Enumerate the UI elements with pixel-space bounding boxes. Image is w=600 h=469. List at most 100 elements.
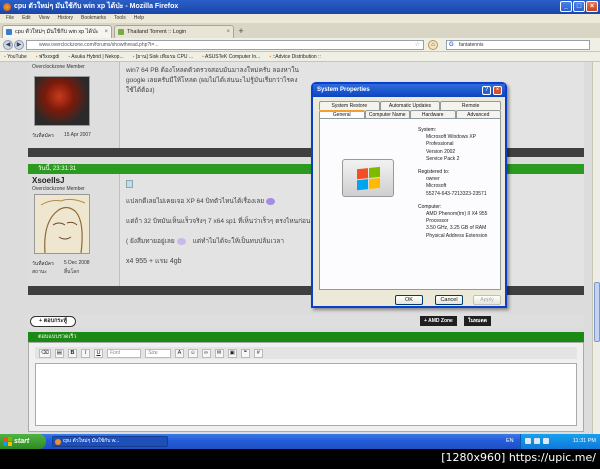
help-button[interactable]: ? — [482, 86, 491, 95]
email-icon[interactable]: ✉ — [214, 348, 224, 358]
dialog-close-button[interactable]: × — [493, 86, 502, 95]
tab-remote[interactable]: Remote — [440, 101, 502, 110]
post-line-3-text: ( ยังสีมทายอยู่เลย — [126, 238, 175, 245]
bookmark-star-icon[interactable]: ☆ — [415, 41, 420, 49]
bookmarks-toolbar: YouTube ฟรีxxxgdi Asuka Hybrid | Nekop..… — [0, 52, 600, 62]
url-text: www.overclockzone.com/forums/showthread.… — [39, 42, 159, 48]
quote-icon[interactable]: ❝ — [240, 348, 250, 358]
tab-system-restore[interactable]: System Restore — [319, 101, 380, 110]
post-icon — [126, 180, 133, 188]
tab-label: Thailand Torrent :: Login — [127, 29, 187, 35]
menu-bookmarks[interactable]: Bookmarks — [81, 14, 106, 23]
text-color-icon[interactable]: A — [174, 348, 184, 358]
menu-file[interactable]: File — [6, 14, 14, 23]
paste-icon[interactable]: ▤ — [54, 348, 64, 358]
page-scrollbar[interactable] — [592, 62, 600, 434]
code-icon[interactable]: # — [253, 348, 263, 358]
italic-button[interactable]: I — [80, 348, 90, 358]
bookmark-item[interactable]: ::Advice Distribution :: — [269, 52, 320, 61]
taskbar: start cpu ตัวใหม่ๆ มันใช้กับ w... EN 11:… — [0, 434, 600, 449]
tab-close-icon[interactable]: × — [104, 26, 108, 38]
system-line: Service Pack 2 — [426, 155, 460, 162]
search-input[interactable]: G fantatennis — [446, 40, 590, 50]
cancel-button[interactable]: Cancel — [435, 295, 463, 305]
username[interactable]: XsoelIsJ — [32, 176, 64, 185]
member-title: Overclockzone Member — [32, 64, 85, 70]
underline-button[interactable]: U — [93, 348, 103, 358]
reply-button[interactable]: + ตอบกระทู้ — [30, 316, 76, 327]
close-button[interactable]: × — [586, 1, 598, 12]
registered-label: Registered to: — [418, 169, 450, 176]
menu-help[interactable]: Help — [134, 14, 144, 23]
search-value: fantatennis — [459, 42, 484, 48]
smiley-icon — [265, 197, 275, 205]
quick-reply-header: ตอบแบบรวดเร็ว — [28, 332, 584, 342]
amd-zone-button[interactable]: + AMD Zone — [420, 316, 457, 326]
watermark-text: [1280x960] https://upic.me/ — [441, 451, 596, 464]
joined-label: วันที่สมัคร — [32, 261, 54, 267]
bookmark-item[interactable]: Asuka Hybrid | Nekop... — [68, 52, 123, 61]
size-select[interactable]: Size — [144, 348, 171, 358]
member-title: Overclockzone Member — [32, 186, 85, 192]
page-favicon-icon — [118, 29, 124, 35]
bookmark-item[interactable]: ASUSTeK Computer In... — [202, 52, 260, 61]
new-tab-button[interactable]: + — [236, 26, 246, 37]
taskbar-item-firefox[interactable]: cpu ตัวใหม่ๆ มันใช้กับ w... — [52, 436, 168, 447]
post-text: win7 64 PB ต้องโหลดตัวตรวจสอบมันมาลงใหม่… — [126, 67, 299, 94]
window-titlebar: cpu ตัวใหม่ๆ มันใช้กับ win xp ได้ป่ะ - M… — [0, 0, 600, 14]
menu-view[interactable]: View — [39, 14, 50, 23]
back-arrow-icon[interactable]: ◀ — [3, 40, 13, 50]
tab-automatic-updates[interactable]: Automatic Updates — [379, 101, 441, 110]
tray-icon[interactable] — [525, 438, 531, 444]
post-author-panel: XsoelIsJ Overclockzone Member วันที่สมัค… — [28, 174, 120, 286]
apply-button[interactable]: Apply — [473, 295, 501, 305]
windows-xp-logo-icon — [342, 159, 394, 201]
bookmark-item[interactable]: [ยาน] Sisk เทียเรม CPU ... — [133, 52, 193, 61]
forum-page: Overclockzone Member วันที่สมัคร 15 Apr … — [0, 62, 600, 434]
registered-line: Microsoft — [426, 183, 447, 190]
tray-icon[interactable] — [534, 438, 540, 444]
url-bar[interactable]: www.overclockzone.com/forums/showthread.… — [26, 40, 424, 50]
tab-cpu-thread[interactable]: cpu ตัวใหม่ๆ มันใช้กับ win xp ได้ป่ะ × — [2, 25, 112, 38]
ok-button[interactable]: OK — [395, 295, 423, 305]
system-line: Professional — [426, 141, 454, 148]
scrollbar-thumb[interactable] — [594, 282, 600, 342]
registered-line: 55274-643-7213323-23571 — [426, 190, 487, 197]
font-select[interactable]: Font — [106, 348, 141, 358]
post-line-4: x4 955 + แรม 4gb — [126, 258, 182, 265]
post-line-1-text: แปลกดีเลยไม่เคยเจอ XP 64 บิทตัวไหนได้เรื… — [126, 198, 265, 205]
menu-edit[interactable]: Edit — [22, 14, 31, 23]
reply-textarea[interactable] — [35, 363, 577, 426]
desktop: cpu ตัวใหม่ๆ มันใช้กับ win xp ได้ป่ะ - M… — [0, 0, 600, 469]
menu-history[interactable]: History — [57, 14, 73, 23]
start-button[interactable]: start — [0, 434, 46, 449]
system-label: System: — [418, 127, 437, 133]
minimize-button[interactable]: _ — [560, 1, 572, 12]
language-indicator[interactable]: EN — [506, 434, 514, 449]
system-line: Version 2002 — [426, 148, 456, 155]
post-line-1: แปลกดีเลยไม่เคยเจอ XP 64 บิทตัวไหนได้เรื… — [126, 196, 275, 206]
system-line: Microsoft Windows XP — [426, 134, 477, 141]
forward-arrow-icon[interactable]: ▶ — [14, 40, 24, 50]
home-icon[interactable]: ⌂ — [428, 40, 438, 50]
tab-thailand-torrent[interactable]: Thailand Torrent :: Login × — [114, 25, 234, 38]
bookmark-item[interactable]: ฟรีxxxgdi — [36, 52, 59, 61]
menu-tools[interactable]: Tools — [114, 14, 126, 23]
image-icon[interactable]: ▣ — [227, 348, 237, 358]
general-panel: System: Microsoft Windows XP Professiona… — [319, 118, 501, 290]
smiley-icon[interactable]: ☺ — [187, 348, 198, 358]
status-label: สถานะ — [32, 269, 47, 275]
page-favicon-icon — [6, 29, 12, 35]
remove-format-icon[interactable]: ⌫ — [39, 348, 51, 358]
bold-button[interactable]: B — [67, 348, 77, 358]
computer-line: 3.50 GHz, 3.25 GB of RAM — [426, 225, 487, 232]
bookmark-item[interactable]: YouTube — [4, 52, 27, 61]
computer-line: AMD Phenom(tm) II X4 955 — [426, 211, 488, 218]
start-label: start — [14, 438, 30, 445]
link-icon[interactable]: ∞ — [201, 348, 211, 358]
forum-nav-button[interactable]: ในหมดด — [464, 316, 491, 326]
tray-icon[interactable] — [543, 438, 549, 444]
maximize-button[interactable]: □ — [573, 1, 585, 12]
tab-close-icon[interactable]: × — [226, 26, 230, 38]
taskbar-item-label: cpu ตัวใหม่ๆ มันใช้กับ w... — [63, 438, 120, 444]
